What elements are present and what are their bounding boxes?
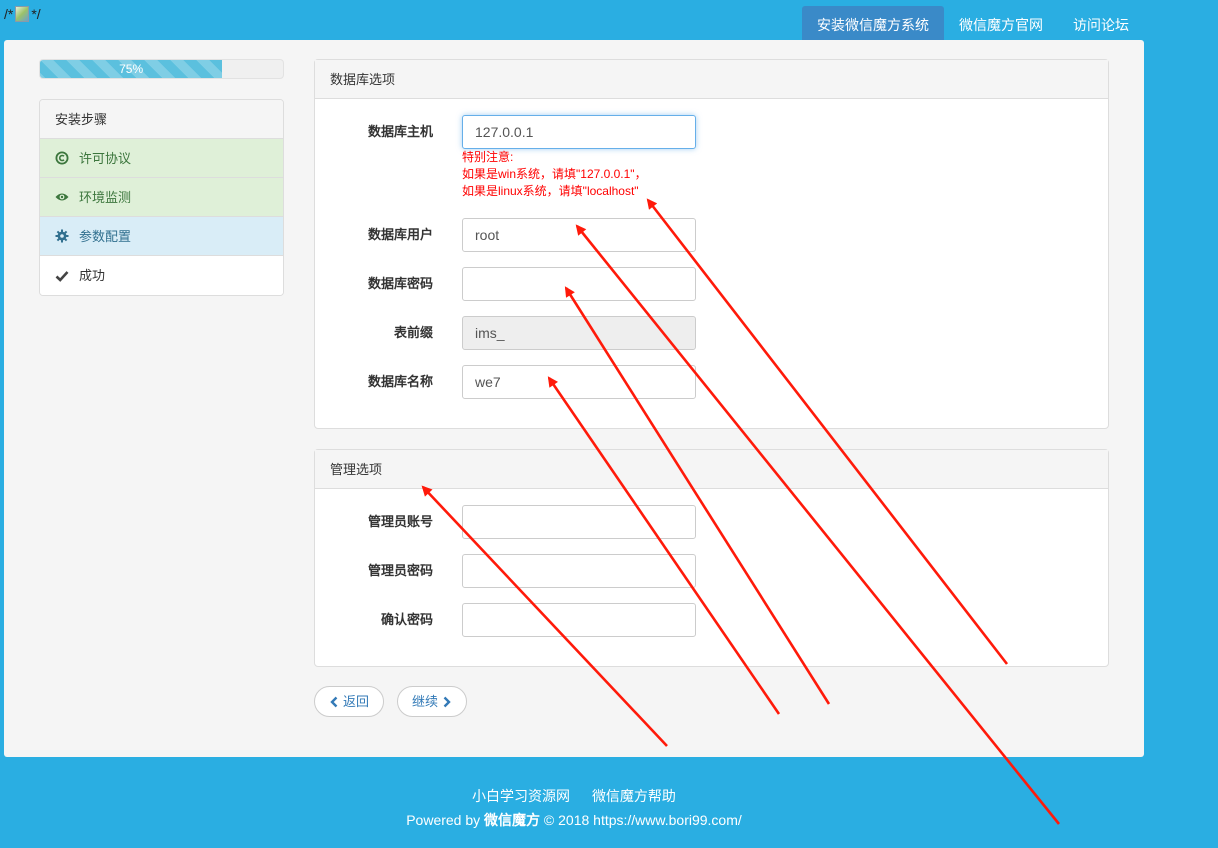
main-container: 75% 安装步骤 许可协议 环境监测 参数配置 成功 数据库选项 数据库主机 1… <box>4 40 1144 757</box>
admin-password-input[interactable] <box>462 554 696 588</box>
top-navigation: 安装微信魔方系统 微信魔方官网 访问论坛 <box>802 6 1144 44</box>
footer-powered: Powered by 微信魔方 © 2018 https://www.bori9… <box>0 810 1148 830</box>
db-prefix-input: ims_ <box>462 316 696 350</box>
admin-account-row: 管理员账号 <box>315 505 1108 539</box>
db-name-input[interactable]: we7 <box>462 365 696 399</box>
admin-account-label: 管理员账号 <box>367 514 433 529</box>
db-password-input[interactable] <box>462 267 696 301</box>
copyright-icon <box>55 151 69 165</box>
back-button-label: 返回 <box>343 694 370 709</box>
db-host-row: 数据库主机 127.0.0.1 <box>315 115 1108 149</box>
footer-powered-suffix: © 2018 https://www.bori99.com/ <box>540 812 742 828</box>
footer-link-resources[interactable]: 小白学习资源网 <box>472 788 570 804</box>
db-host-input[interactable]: 127.0.0.1 <box>462 115 696 149</box>
admin-account-input[interactable] <box>462 505 696 539</box>
admin-password-row: 管理员密码 <box>315 554 1108 588</box>
db-host-note-line2: 如果是win系统，请填"127.0.0.1"， <box>462 167 647 181</box>
step-success[interactable]: 成功 <box>40 256 283 295</box>
footer-links: 小白学习资源网 微信魔方帮助 <box>0 786 1148 806</box>
step-license[interactable]: 许可协议 <box>40 139 283 178</box>
admin-confirm-input[interactable] <box>462 603 696 637</box>
db-user-input[interactable]: root <box>462 218 696 252</box>
nav-official-site[interactable]: 微信魔方官网 <box>944 6 1058 44</box>
broken-image-prefix: /* <box>4 6 14 22</box>
broken-image-placeholder: /* */ <box>4 6 41 22</box>
db-prefix-row: 表前缀 ims_ <box>315 316 1108 350</box>
admin-confirm-label: 确认密码 <box>380 612 433 627</box>
chevron-left-icon <box>330 696 338 707</box>
db-prefix-label: 表前缀 <box>393 325 433 340</box>
database-panel: 数据库选项 数据库主机 127.0.0.1 特别注意: 如果是win系统，请填"… <box>314 59 1109 429</box>
broken-image-icon <box>15 6 30 22</box>
admin-panel-title: 管理选项 <box>315 450 1108 489</box>
db-host-note-line1: 特别注意: <box>462 150 514 164</box>
admin-password-label: 管理员密码 <box>367 563 433 578</box>
step-license-label: 许可协议 <box>79 150 132 166</box>
broken-image-suffix: */ <box>31 6 41 22</box>
next-button[interactable]: 继续 <box>397 686 468 717</box>
footer-link-help[interactable]: 微信魔方帮助 <box>592 788 676 804</box>
progress-bar: 75% <box>40 60 223 78</box>
database-panel-title: 数据库选项 <box>315 60 1108 99</box>
step-environment[interactable]: 环境监测 <box>40 178 283 217</box>
eye-icon <box>55 193 69 201</box>
db-name-label: 数据库名称 <box>367 374 433 389</box>
install-steps: 安装步骤 许可协议 环境监测 参数配置 成功 <box>39 99 284 296</box>
footer-powered-prefix: Powered by <box>406 812 485 828</box>
db-password-row: 数据库密码 <box>315 267 1108 301</box>
db-name-row: 数据库名称 we7 <box>315 365 1108 399</box>
nav-install[interactable]: 安装微信魔方系统 <box>802 6 944 44</box>
check-icon <box>55 270 69 282</box>
footer-powered-brand: 微信魔方 <box>484 812 541 828</box>
chevron-right-icon <box>443 696 451 707</box>
db-user-label: 数据库用户 <box>367 227 433 242</box>
db-user-row: 数据库用户 root <box>315 218 1108 252</box>
nav-forum[interactable]: 访问论坛 <box>1058 6 1144 44</box>
db-host-note: 特别注意: 如果是win系统，请填"127.0.0.1"， 如果是linux系统… <box>462 149 647 200</box>
db-host-label: 数据库主机 <box>367 124 433 139</box>
step-config-label: 参数配置 <box>79 228 132 244</box>
next-button-label: 继续 <box>412 694 439 709</box>
gear-icon <box>55 229 69 243</box>
steps-title: 安装步骤 <box>40 100 283 139</box>
admin-confirm-row: 确认密码 <box>315 603 1108 637</box>
step-environment-label: 环境监测 <box>79 189 132 205</box>
step-success-label: 成功 <box>79 268 106 283</box>
install-progress: 75% <box>39 59 284 79</box>
admin-panel: 管理选项 管理员账号 管理员密码 确认密码 <box>314 449 1109 667</box>
back-button[interactable]: 返回 <box>314 686 385 717</box>
db-password-label: 数据库密码 <box>367 276 433 291</box>
step-config[interactable]: 参数配置 <box>40 217 283 256</box>
db-host-note-line3: 如果是linux系统，请填"localhost" <box>462 184 639 198</box>
